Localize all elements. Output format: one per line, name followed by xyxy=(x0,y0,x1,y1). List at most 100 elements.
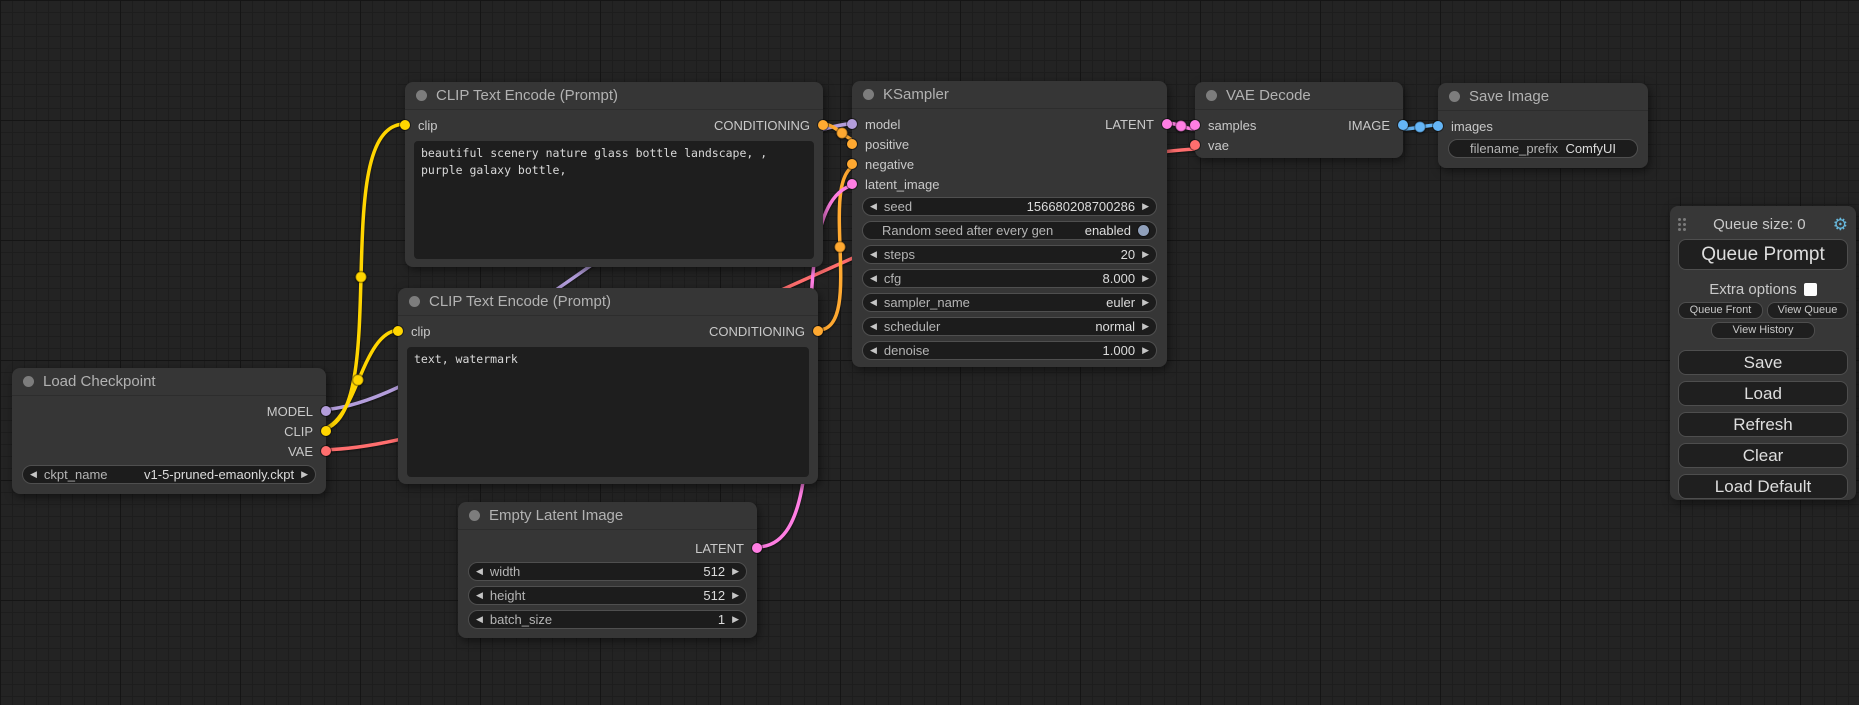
clip-output-dot[interactable] xyxy=(321,426,331,436)
view-queue-button[interactable]: View Queue xyxy=(1767,302,1848,319)
node-clip-text-encode-positive[interactable]: CLIP Text Encode (Prompt) clip CONDITION… xyxy=(405,82,823,267)
seed-widget[interactable]: ◀ seed 156680208700286 ▶ xyxy=(862,197,1157,216)
load-button[interactable]: Load xyxy=(1678,381,1848,406)
node-ksampler[interactable]: KSampler model LATENT positive negative … xyxy=(852,81,1167,367)
collapse-dot-icon[interactable] xyxy=(1206,90,1217,101)
filename-prefix-widget[interactable]: filename_prefix ComfyUI xyxy=(1448,139,1638,158)
increment-arrow-icon[interactable]: ▶ xyxy=(732,591,739,600)
load-default-button[interactable]: Load Default xyxy=(1678,474,1848,499)
image-output-dot[interactable] xyxy=(1398,120,1408,130)
vae-output-dot[interactable] xyxy=(321,446,331,456)
decrement-arrow-icon[interactable]: ◀ xyxy=(870,250,877,259)
random-seed-toggle[interactable]: Random seed after every gen enabled xyxy=(862,221,1157,240)
widget-value: 8.000 xyxy=(1103,271,1136,286)
vae-input-dot[interactable] xyxy=(1190,140,1200,150)
node-title: KSampler xyxy=(883,86,949,103)
node-title-bar[interactable]: VAE Decode xyxy=(1195,82,1403,110)
extra-options-checkbox[interactable] xyxy=(1804,283,1817,296)
decrement-arrow-icon[interactable]: ◀ xyxy=(476,567,483,576)
scheduler-widget[interactable]: ◀ scheduler normal ▶ xyxy=(862,317,1157,336)
increment-arrow-icon[interactable]: ▶ xyxy=(1142,274,1149,283)
steps-widget[interactable]: ◀ steps 20 ▶ xyxy=(862,245,1157,264)
collapse-dot-icon[interactable] xyxy=(409,296,420,307)
decrement-arrow-icon[interactable]: ◀ xyxy=(870,274,877,283)
sampler-name-widget[interactable]: ◀ sampler_name euler ▶ xyxy=(862,293,1157,312)
increment-arrow-icon[interactable]: ▶ xyxy=(1142,202,1149,211)
batch-size-widget[interactable]: ◀ batch_size 1 ▶ xyxy=(468,610,747,629)
decrement-arrow-icon[interactable]: ◀ xyxy=(870,346,877,355)
clear-button[interactable]: Clear xyxy=(1678,443,1848,468)
conditioning-output-dot[interactable] xyxy=(818,120,828,130)
samples-input-dot[interactable] xyxy=(1190,120,1200,130)
node-clip-text-encode-negative[interactable]: CLIP Text Encode (Prompt) clip CONDITION… xyxy=(398,288,818,484)
width-widget[interactable]: ◀ width 512 ▶ xyxy=(468,562,747,581)
clip-input-dot[interactable] xyxy=(393,326,403,336)
node-empty-latent-image[interactable]: Empty Latent Image LATENT ◀ width 512 ▶ … xyxy=(458,502,757,638)
positive-input-dot[interactable] xyxy=(847,139,857,149)
node-save-image[interactable]: Save Image images filename_prefix ComfyU… xyxy=(1438,83,1648,168)
refresh-button[interactable]: Refresh xyxy=(1678,412,1848,437)
node-title: CLIP Text Encode (Prompt) xyxy=(436,87,618,104)
gear-icon[interactable]: ⚙ xyxy=(1833,216,1848,233)
output-label: MODEL xyxy=(267,404,313,419)
images-input-dot[interactable] xyxy=(1433,121,1443,131)
negative-input-dot[interactable] xyxy=(847,159,857,169)
collapse-dot-icon[interactable] xyxy=(23,376,34,387)
decrement-arrow-icon[interactable]: ◀ xyxy=(476,615,483,624)
increment-arrow-icon[interactable]: ▶ xyxy=(1142,250,1149,259)
widget-label: width xyxy=(490,564,703,579)
clip-input-dot[interactable] xyxy=(400,120,410,130)
ckpt-name-widget[interactable]: ◀ ckpt_name v1-5-pruned-emaonly.ckpt ▶ xyxy=(22,465,316,484)
increment-arrow-icon[interactable]: ▶ xyxy=(732,567,739,576)
collapse-dot-icon[interactable] xyxy=(416,90,427,101)
node-title-bar[interactable]: Empty Latent Image xyxy=(458,502,757,530)
cfg-widget[interactable]: ◀ cfg 8.000 ▶ xyxy=(862,269,1157,288)
widget-label: sampler_name xyxy=(884,295,1106,310)
decrement-arrow-icon[interactable]: ◀ xyxy=(870,298,877,307)
decrement-arrow-icon[interactable]: ◀ xyxy=(30,470,37,479)
slot-row: latent_image xyxy=(852,174,1167,194)
conditioning-output-dot[interactable] xyxy=(813,326,823,336)
prompt-text-area[interactable]: text, watermark xyxy=(407,347,809,477)
latent-output-dot[interactable] xyxy=(752,543,762,553)
collapse-dot-icon[interactable] xyxy=(863,89,874,100)
increment-arrow-icon[interactable]: ▶ xyxy=(1142,322,1149,331)
node-title: CLIP Text Encode (Prompt) xyxy=(429,293,611,310)
node-title-bar[interactable]: CLIP Text Encode (Prompt) xyxy=(405,82,823,110)
widget-label: denoise xyxy=(884,343,1103,358)
node-title-bar[interactable]: KSampler xyxy=(852,81,1167,109)
toggle-knob-icon[interactable] xyxy=(1138,225,1149,236)
decrement-arrow-icon[interactable]: ◀ xyxy=(476,591,483,600)
queue-front-button[interactable]: Queue Front xyxy=(1678,302,1763,319)
latent-image-input-dot[interactable] xyxy=(847,179,857,189)
input-label: positive xyxy=(865,137,909,152)
slot-row: CLIP xyxy=(12,421,326,441)
collapse-dot-icon[interactable] xyxy=(469,510,480,521)
decrement-arrow-icon[interactable]: ◀ xyxy=(870,202,877,211)
save-button[interactable]: Save xyxy=(1678,350,1848,375)
model-input-dot[interactable] xyxy=(847,119,857,129)
output-label: CLIP xyxy=(284,424,313,439)
height-widget[interactable]: ◀ height 512 ▶ xyxy=(468,586,747,605)
node-title-bar[interactable]: CLIP Text Encode (Prompt) xyxy=(398,288,818,316)
node-load-checkpoint[interactable]: Load Checkpoint MODEL CLIP VAE ◀ ckpt_na… xyxy=(12,368,326,494)
link-midpoint-dot xyxy=(1176,121,1187,132)
node-title-bar[interactable]: Load Checkpoint xyxy=(12,368,326,396)
prompt-text-area[interactable]: beautiful scenery nature glass bottle la… xyxy=(414,141,814,259)
denoise-widget[interactable]: ◀ denoise 1.000 ▶ xyxy=(862,341,1157,360)
model-output-dot[interactable] xyxy=(321,406,331,416)
latent-output-dot[interactable] xyxy=(1162,119,1172,129)
increment-arrow-icon[interactable]: ▶ xyxy=(301,470,308,479)
node-vae-decode[interactable]: VAE Decode samples IMAGE vae xyxy=(1195,82,1403,158)
drag-handle-icon[interactable] xyxy=(1678,218,1686,231)
view-history-button[interactable]: View History xyxy=(1711,322,1815,339)
queue-prompt-button[interactable]: Queue Prompt xyxy=(1678,239,1848,270)
collapse-dot-icon[interactable] xyxy=(1449,91,1460,102)
increment-arrow-icon[interactable]: ▶ xyxy=(732,615,739,624)
node-graph-canvas[interactable]: Load Checkpoint MODEL CLIP VAE ◀ ckpt_na… xyxy=(0,0,1859,705)
increment-arrow-icon[interactable]: ▶ xyxy=(1142,346,1149,355)
increment-arrow-icon[interactable]: ▶ xyxy=(1142,298,1149,307)
node-title-bar[interactable]: Save Image xyxy=(1438,83,1648,111)
decrement-arrow-icon[interactable]: ◀ xyxy=(870,322,877,331)
input-label: images xyxy=(1451,119,1493,134)
